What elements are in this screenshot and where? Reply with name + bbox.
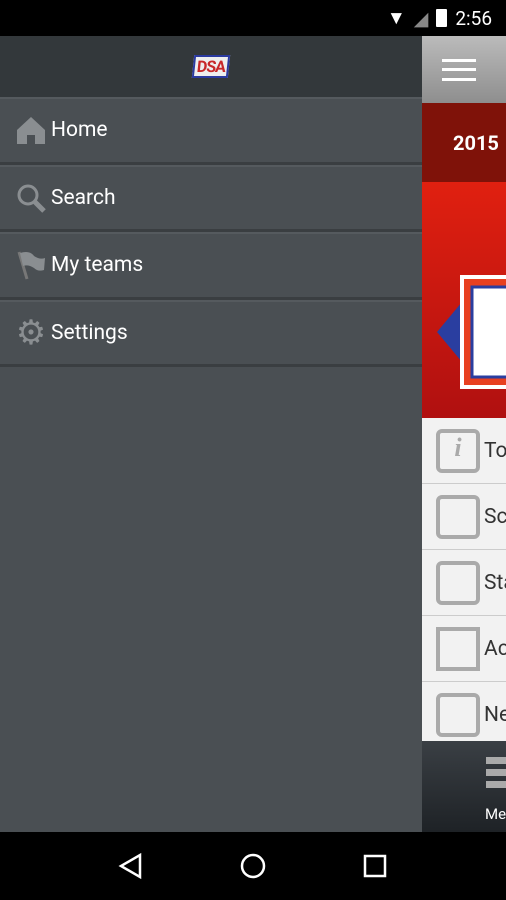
hamburger-menu-icon[interactable]	[442, 58, 476, 81]
menu-item-label: Ac	[484, 636, 506, 661]
drawer-item-label: Search	[51, 185, 116, 210]
drawer-item-label: Settings	[51, 320, 128, 345]
drawer-item-settings[interactable]: ⚙ Settings	[0, 299, 422, 367]
tab-menu[interactable]: Me	[422, 741, 506, 832]
wifi-icon: ▼	[386, 6, 406, 29]
team-logo	[437, 275, 506, 389]
signal-icon: ◢	[413, 6, 429, 30]
menu-item-standings[interactable]: Sta	[422, 550, 506, 616]
menu-item-news[interactable]: Ne	[422, 682, 506, 748]
menu-item-address[interactable]: Ac	[422, 616, 506, 682]
menu-item-schedule[interactable]: Sc	[422, 484, 506, 550]
back-icon[interactable]	[118, 852, 144, 880]
clock: 2:56	[455, 6, 492, 30]
drawer-item-home[interactable]: Home	[0, 97, 422, 165]
drawer-item-label: Home	[51, 118, 108, 143]
drawer-item-label: My teams	[51, 253, 144, 278]
menu-item-label: Sta	[484, 570, 506, 595]
battery-icon	[436, 9, 448, 27]
menu-item-label: Sc	[484, 504, 506, 529]
system-nav-bar	[0, 832, 506, 900]
action-bar	[422, 36, 506, 103]
season-header: 2015	[422, 103, 506, 182]
menu-list: iTo Sc Sta Ac Ne	[422, 418, 506, 748]
search-icon	[15, 182, 47, 214]
team-banner	[422, 182, 506, 418]
gear-icon: ⚙	[15, 312, 47, 353]
drawer-item-search[interactable]: Search	[0, 164, 422, 232]
recents-icon[interactable]	[362, 853, 388, 879]
drawer-header: DSA	[0, 36, 422, 97]
drawer-item-my-teams[interactable]: My teams	[0, 232, 422, 300]
menu-item-label: Ne	[484, 702, 506, 727]
menu-item-label: To	[484, 438, 506, 463]
map-icon	[436, 626, 480, 671]
flag-icon	[15, 249, 47, 281]
tab-label: Me	[485, 805, 506, 823]
info-icon: i	[436, 428, 480, 473]
navigation-drawer: DSA Home Search My teams ⚙ Settings	[0, 36, 422, 832]
home-icon	[15, 114, 47, 146]
menu-item-tournament-info[interactable]: i To	[422, 418, 506, 484]
home-nav-icon[interactable]	[239, 852, 267, 880]
list-icon	[436, 560, 480, 605]
calendar-icon	[436, 494, 480, 539]
main-content: 2015 iTo Sc Sta Ac Ne Me	[422, 36, 506, 832]
newspaper-icon	[436, 692, 480, 737]
app-logo: DSA	[191, 55, 231, 78]
status-bar: ▼ ◢ 2:56	[0, 0, 506, 36]
grid-list-icon	[486, 757, 506, 789]
